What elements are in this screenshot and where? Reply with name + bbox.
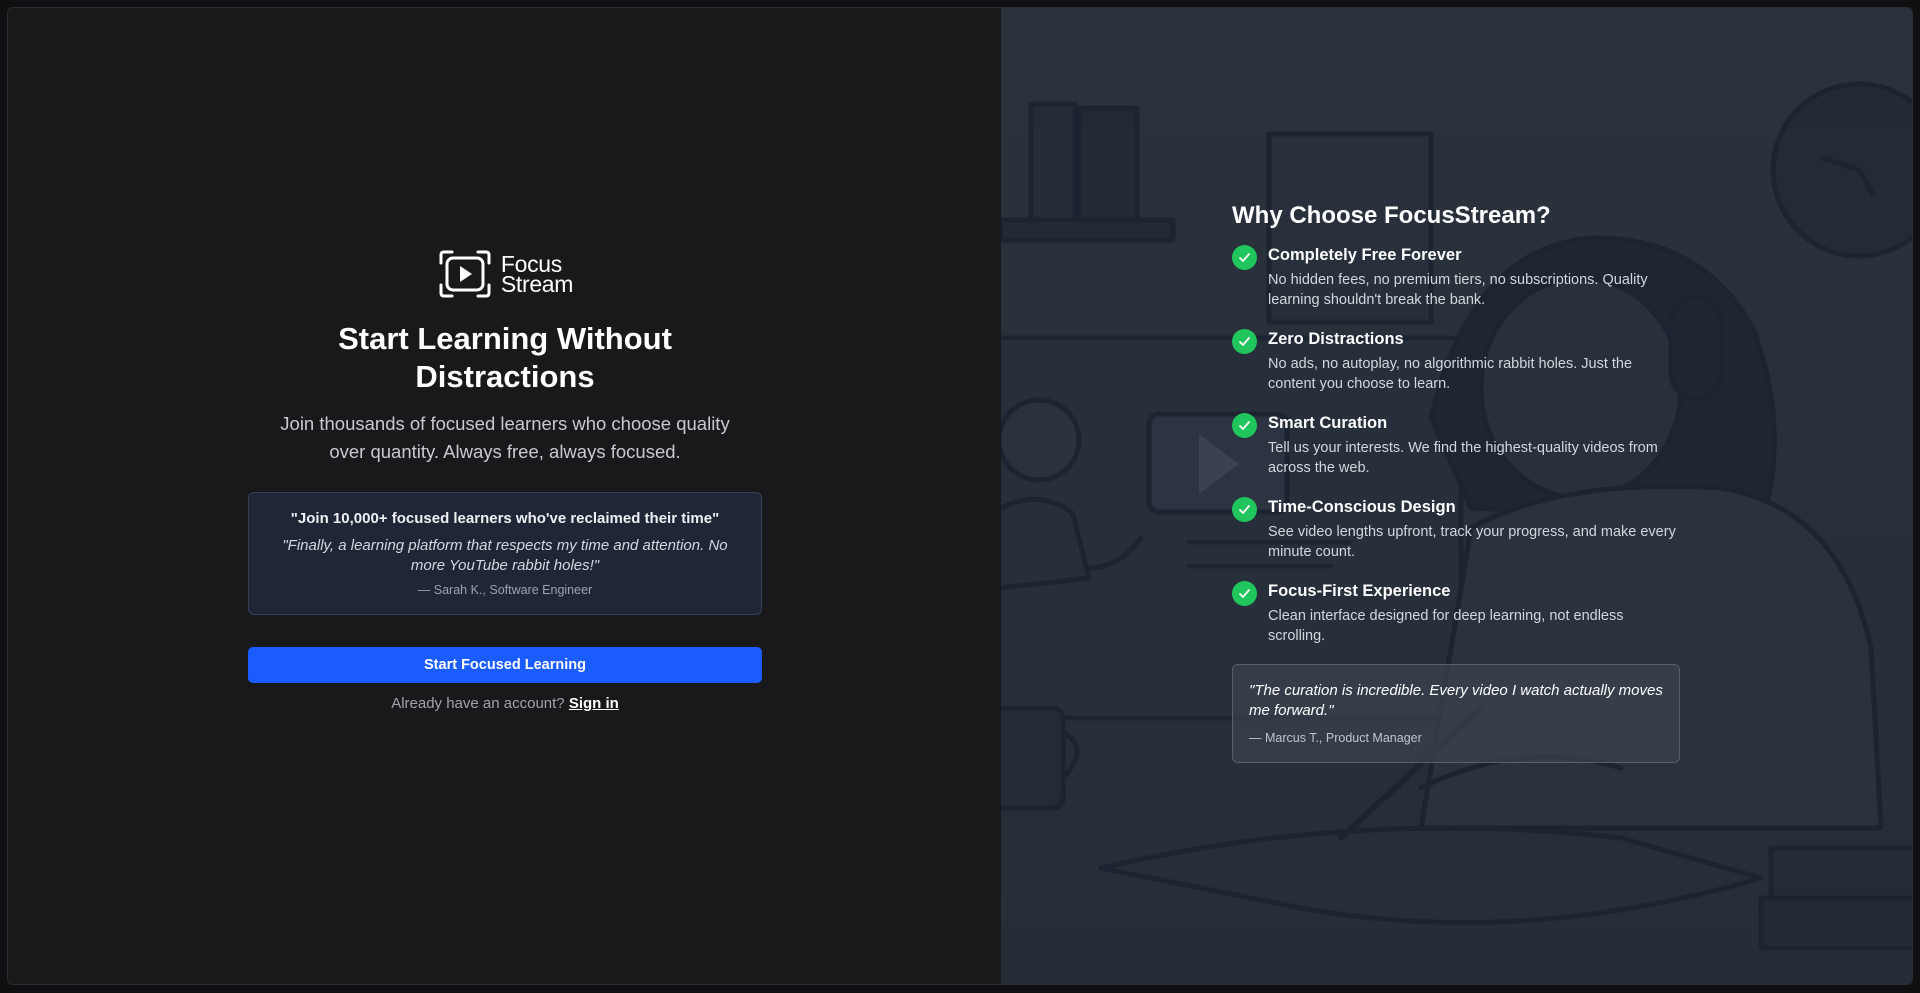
testimonial-card: "The curation is incredible. Every video…: [1232, 664, 1680, 763]
benefit-title: Time-Conscious Design: [1268, 498, 1456, 516]
benefit-description: See video lengths upfront, track your pr…: [1268, 524, 1676, 560]
benefits-panel: Why Choose FocusStream? Completely Free …: [1001, 8, 1912, 984]
benefit-body: Time-Conscious Design See video lengths …: [1268, 496, 1682, 562]
benefit-description: Clean interface designed for deep learni…: [1268, 608, 1624, 644]
benefit-item: Zero Distractions No ads, no autoplay, n…: [1232, 328, 1682, 394]
benefit-description: No hidden fees, no premium tiers, no sub…: [1268, 272, 1648, 308]
have-account-text: Already have an account?: [391, 695, 565, 712]
social-proof-quote: "Finally, a learning platform that respe…: [282, 537, 728, 574]
check-circle-icon: [1232, 581, 1257, 606]
brand-name-line2: Stream: [500, 271, 574, 297]
benefit-body: Zero Distractions No ads, no autoplay, n…: [1268, 328, 1682, 394]
testimonial-author: — Marcus T., Product Manager: [1249, 731, 1422, 745]
benefit-body: Focus-First Experience Clean interface d…: [1268, 580, 1682, 646]
benefit-description: Tell us your interests. We find the high…: [1268, 440, 1658, 476]
benefit-item: Smart Curation Tell us your interests. W…: [1232, 412, 1682, 478]
benefit-body: Completely Free Forever No hidden fees, …: [1268, 244, 1682, 310]
testimonial-quote: "The curation is incredible. Every video…: [1249, 682, 1663, 719]
benefit-title: Completely Free Forever: [1268, 246, 1462, 264]
signin-prompt: Already have an account? Sign in: [391, 695, 619, 712]
play-frame-icon: [439, 250, 491, 298]
page-subtitle: Join thousands of focused learners who c…: [280, 413, 730, 462]
start-learning-button[interactable]: Start Focused Learning: [248, 647, 762, 683]
check-circle-icon: [1232, 413, 1257, 438]
app-window: Focus Stream Start Learning Without Dist…: [7, 7, 1913, 985]
benefit-title: Smart Curation: [1268, 414, 1388, 432]
check-circle-icon: [1232, 497, 1257, 522]
benefits-content: Why Choose FocusStream? Completely Free …: [1232, 200, 1682, 763]
benefit-item: Completely Free Forever No hidden fees, …: [1232, 244, 1682, 310]
signup-panel: Focus Stream Start Learning Without Dist…: [8, 8, 1001, 984]
signin-link[interactable]: Sign in: [569, 695, 619, 712]
benefit-item: Focus-First Experience Clean interface d…: [1232, 580, 1682, 646]
social-proof-card: "Join 10,000+ focused learners who've re…: [248, 492, 762, 615]
page-title: Start Learning Without Distractions: [338, 321, 672, 394]
benefit-body: Smart Curation Tell us your interests. W…: [1268, 412, 1682, 478]
benefit-description: No ads, no autoplay, no algorithmic rabb…: [1268, 356, 1633, 392]
signup-content: Focus Stream Start Learning Without Dist…: [248, 248, 762, 712]
benefit-item: Time-Conscious Design See video lengths …: [1232, 496, 1682, 562]
check-circle-icon: [1232, 245, 1257, 270]
brand-logo: Focus Stream: [437, 248, 573, 300]
social-proof-author: — Sarah K., Software Engineer: [417, 583, 593, 597]
check-circle-icon: [1232, 329, 1257, 354]
benefit-title: Focus-First Experience: [1268, 582, 1451, 600]
benefit-title: Zero Distractions: [1268, 330, 1404, 348]
social-proof-title: "Join 10,000+ focused learners who've re…: [290, 510, 720, 527]
benefits-list: Completely Free Forever No hidden fees, …: [1232, 244, 1682, 646]
benefits-title: Why Choose FocusStream?: [1232, 202, 1551, 229]
brand-wordmark: Focus Stream: [500, 253, 574, 297]
